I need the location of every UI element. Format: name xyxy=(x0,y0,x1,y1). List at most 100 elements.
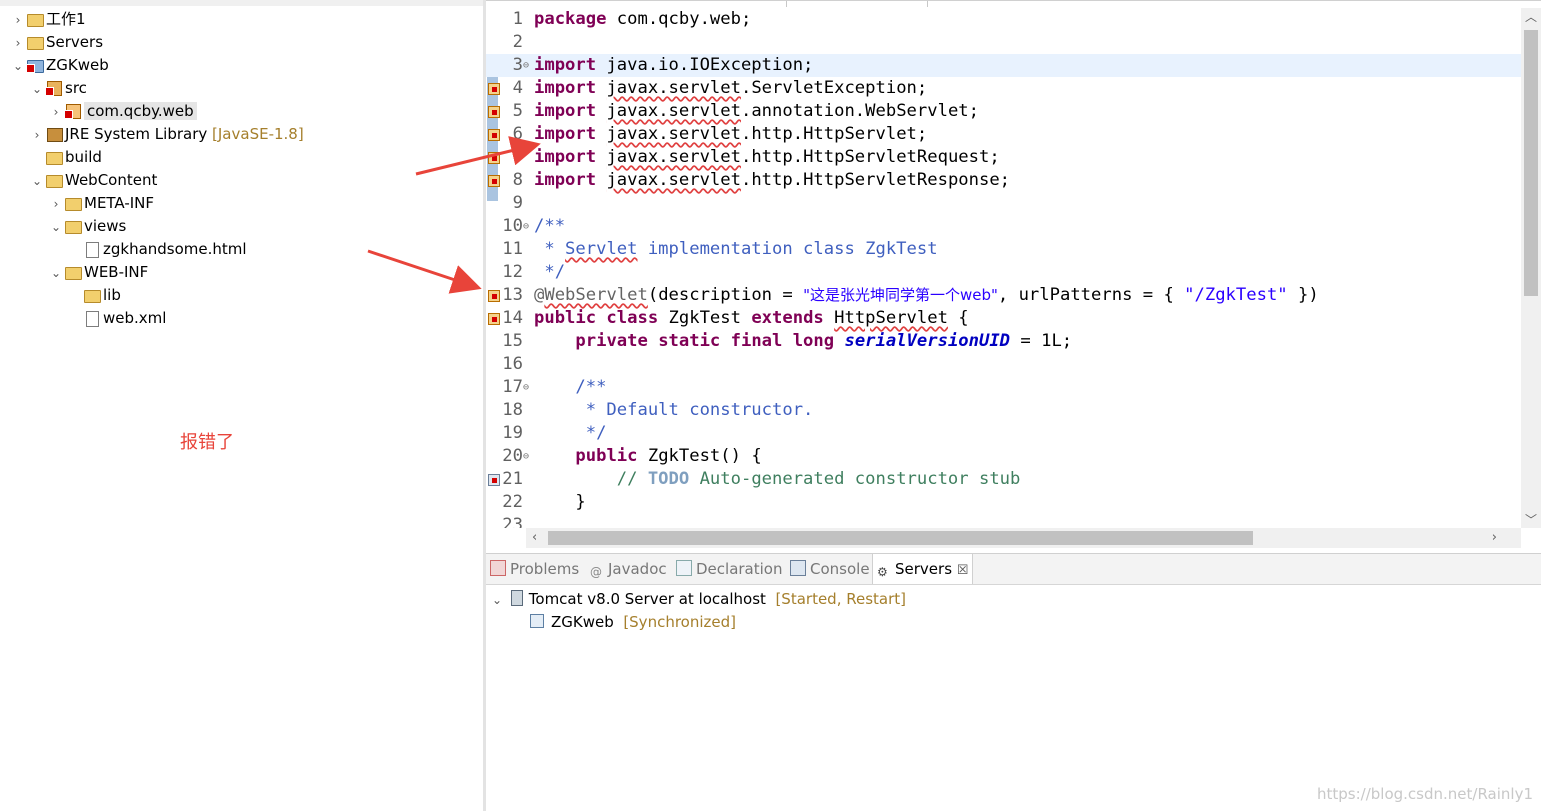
tree-item-views[interactable]: ⌄ views xyxy=(48,215,126,238)
collapse-arrow-icon[interactable]: ⌄ xyxy=(10,55,26,78)
module-label: ZGKweb xyxy=(551,613,614,631)
expand-arrow-icon[interactable]: › xyxy=(10,32,26,55)
tree-item-jre[interactable]: › JRE System Library [JavaSE-1.8] xyxy=(29,123,304,146)
tree-item-label: ZGKweb xyxy=(46,56,109,74)
folder-icon xyxy=(26,11,44,27)
tree-item-workspace1[interactable]: › 工作1 xyxy=(10,8,86,31)
line-number: 7 xyxy=(512,147,523,167)
folder-open-icon xyxy=(64,218,82,234)
servers-icon: ⚙ xyxy=(877,565,888,579)
code-area[interactable]: 1 package com.qcby.web; 2 3 ⊖ import java.i… xyxy=(486,8,1521,528)
project-explorer: › 工作1 › Servers ⌄ ZGKweb ⌄ src › com.qcby.web… xyxy=(0,0,483,811)
line-number: 12 xyxy=(502,262,523,282)
tree-item-src[interactable]: ⌄ src xyxy=(29,77,87,100)
tree-item-web-xml[interactable]: web.xml xyxy=(67,307,166,330)
tree-item-lib[interactable]: lib xyxy=(67,284,121,307)
code-line: 7 import javax.servlet.http.HttpServletRe… xyxy=(486,146,1521,169)
fold-toggle-icon[interactable]: ⊖ xyxy=(523,215,529,238)
server-row-tomcat[interactable]: ⌄ Tomcat v8.0 Server at localhost [Start… xyxy=(492,588,906,611)
tree-item-zgkweb[interactable]: ⌄ ZGKweb xyxy=(10,54,109,77)
folder-icon xyxy=(83,287,101,303)
line-number: 13 xyxy=(502,285,523,305)
source-folder-icon xyxy=(45,80,63,96)
tree-item-label: lib xyxy=(103,286,121,304)
line-number: 11 xyxy=(502,239,523,259)
tree-item-webcontent[interactable]: ⌄ WebContent xyxy=(29,169,157,192)
code-line: 4 import javax.servlet.ServletException; xyxy=(486,77,1521,100)
line-number: 20 xyxy=(502,446,523,466)
package-icon xyxy=(64,103,82,119)
folder-icon xyxy=(64,195,82,211)
fold-toggle-icon[interactable]: ⊖ xyxy=(523,54,529,77)
scroll-left-arrow-icon[interactable]: ‹ xyxy=(532,528,537,548)
bottom-panel: Problems @ Javadoc Declaration Console ⚙ S… xyxy=(486,553,1541,812)
xml-file-icon xyxy=(83,310,101,327)
web-project-icon xyxy=(26,57,44,73)
collapse-arrow-icon[interactable]: ⌄ xyxy=(492,589,506,612)
code-line: 15 private static final long serialVersi… xyxy=(486,330,1521,353)
tree-item-label: Servers xyxy=(46,33,104,51)
folder-icon xyxy=(45,149,63,165)
tree-item-label: views xyxy=(84,217,127,235)
console-icon xyxy=(790,560,806,576)
tree-item-meta-inf[interactable]: › META-INF xyxy=(48,192,154,215)
tree-item-web-inf[interactable]: ⌄ WEB-INF xyxy=(48,261,148,284)
expand-arrow-icon[interactable]: › xyxy=(10,9,26,32)
code-line: 13 @WebServlet(description = "这是张光坤同学第一个w… xyxy=(486,284,1521,307)
scroll-up-arrow-icon[interactable]: ︿ xyxy=(1521,8,1541,25)
scroll-thumb[interactable] xyxy=(548,531,1253,545)
line-number: 10 xyxy=(502,216,523,236)
html-file-icon xyxy=(83,241,101,258)
close-tab-icon[interactable]: ☒ xyxy=(957,563,969,578)
line-number: 17 xyxy=(502,377,523,397)
collapse-arrow-icon[interactable]: ⌄ xyxy=(29,78,45,101)
scroll-thumb[interactable] xyxy=(1524,30,1538,296)
code-line: 19 */ xyxy=(486,422,1521,445)
server-icon xyxy=(510,590,523,606)
code-line: 10 ⊖/** xyxy=(486,215,1521,238)
vertical-scrollbar[interactable]: ︿ ﹀ xyxy=(1521,8,1541,528)
line-number: 3 xyxy=(512,55,523,75)
tree-item-label: META-INF xyxy=(84,194,155,212)
line-number: 6 xyxy=(512,124,523,144)
expand-arrow-icon[interactable]: › xyxy=(48,193,64,216)
tab-problems[interactable]: Problems xyxy=(490,554,579,584)
code-editor[interactable]: 1 package com.qcby.web; 2 3 ⊖ import java.i… xyxy=(486,0,1541,549)
error-annotation-text: 报错了 xyxy=(180,432,234,453)
collapse-arrow-icon[interactable]: ⌄ xyxy=(48,262,64,285)
collapse-arrow-icon[interactable]: ⌄ xyxy=(29,170,45,193)
server-module-row[interactable]: ZGKweb [Synchronized] xyxy=(530,611,736,634)
javadoc-icon: @ xyxy=(590,565,602,579)
code-line: 16 xyxy=(486,353,1521,376)
tab-servers[interactable]: ⚙ Servers ☒ xyxy=(872,554,974,584)
collapse-arrow-icon[interactable]: ⌄ xyxy=(48,216,64,239)
expand-arrow-icon[interactable]: › xyxy=(48,101,64,124)
declaration-icon xyxy=(676,560,692,576)
tree-item-servers[interactable]: › Servers xyxy=(10,31,103,54)
expand-arrow-icon[interactable]: › xyxy=(29,124,45,147)
fold-toggle-icon[interactable]: ⊖ xyxy=(523,445,529,468)
tab-javadoc[interactable]: @ Javadoc xyxy=(590,554,667,584)
line-number: 21 xyxy=(502,469,523,489)
line-number: 16 xyxy=(502,354,523,374)
library-icon xyxy=(45,126,63,142)
line-number: 4 xyxy=(512,78,523,98)
line-number: 1 xyxy=(512,9,523,29)
fold-toggle-icon[interactable]: ⊖ xyxy=(523,376,529,399)
tree-item-label: build xyxy=(65,148,102,166)
folder-open-icon xyxy=(64,264,82,280)
line-number: 22 xyxy=(502,492,523,512)
horizontal-scrollbar[interactable]: ‹ › xyxy=(526,528,1521,548)
code-line: 1 package com.qcby.web; xyxy=(486,8,1521,31)
scroll-right-arrow-icon[interactable]: › xyxy=(1492,528,1497,548)
scroll-down-arrow-icon[interactable]: ﹀ xyxy=(1521,511,1541,528)
line-number: 19 xyxy=(502,423,523,443)
folder-icon xyxy=(26,34,44,50)
tree-item-build[interactable]: build xyxy=(29,146,102,169)
tab-declaration[interactable]: Declaration xyxy=(676,554,782,584)
code-line: 2 xyxy=(486,31,1521,54)
tab-console[interactable]: Console xyxy=(790,554,870,584)
tree-item-package[interactable]: › com.qcby.web xyxy=(48,100,197,123)
tree-item-zgkhandsome-html[interactable]: zgkhandsome.html xyxy=(67,238,247,261)
tree-item-label: web.xml xyxy=(103,309,167,327)
